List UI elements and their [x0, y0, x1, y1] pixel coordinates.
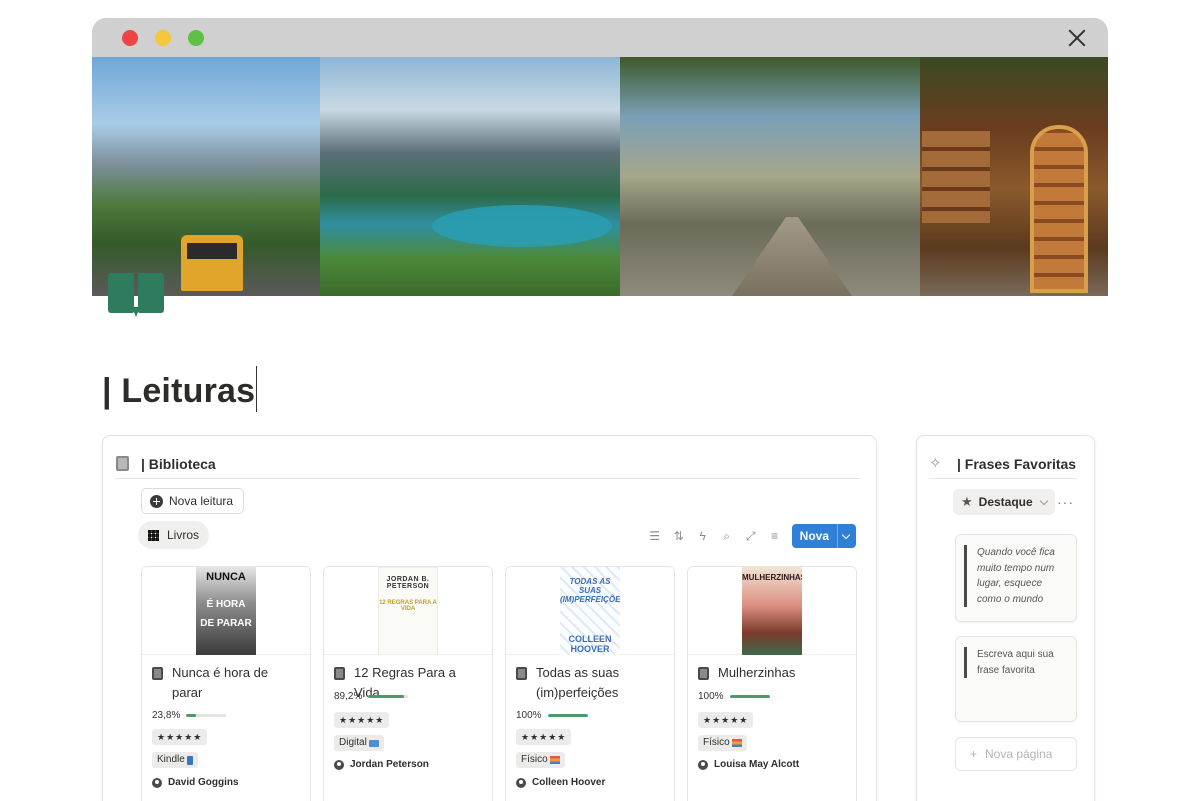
book-icon	[334, 667, 346, 680]
favorites-title[interactable]: | Frases Favoritas	[957, 456, 1076, 472]
window-minimize-dot[interactable]	[155, 30, 171, 46]
star-icon: ★	[961, 494, 973, 509]
kindle-device-icon	[186, 755, 193, 765]
reading-progress: 23,8%	[152, 710, 227, 721]
close-icon[interactable]	[1066, 27, 1088, 49]
cover-bus	[181, 235, 243, 291]
filter-icon[interactable]: ☰	[648, 529, 662, 543]
search-icon[interactable]: ⌕	[720, 529, 734, 543]
chevron-down-icon[interactable]	[838, 524, 856, 548]
window-titlebar	[92, 18, 1108, 57]
new-entry-button[interactable]: Nova	[791, 524, 856, 548]
book-cover-image: JORDAN B. PETERSON 12 REGRAS PARA A VIDA	[378, 567, 438, 655]
quote-card[interactable]: Quando você fica muito tempo num lugar, …	[955, 534, 1077, 622]
text-caret	[256, 366, 258, 412]
book-cover-image: MULHERZINHAS	[742, 567, 802, 655]
favorite-quotes-database: ✧ | Frases Favoritas ★ Destaque ··· Quan…	[916, 435, 1095, 801]
book-card[interactable]: TODAS AS SUAS (IM)PERFEIÇÕES COLLEEN HOO…	[505, 566, 675, 801]
book-cover: JORDAN B. PETERSON 12 REGRAS PARA A VIDA	[324, 567, 492, 655]
chevron-down-icon	[1039, 496, 1048, 505]
books-stack-icon	[549, 756, 560, 764]
reading-progress: 100%	[516, 710, 588, 721]
sort-icon[interactable]: ⇅	[672, 529, 686, 543]
book-title: Nunca é hora de parar	[152, 663, 302, 703]
rating-badge: ★★★★★	[152, 729, 208, 745]
author-row: David Goggins	[152, 777, 239, 788]
format-tag: Digital	[334, 735, 384, 751]
progress-fill	[368, 695, 405, 698]
book-cover: MULHERZINHAS	[688, 567, 856, 655]
rating-badge: ★★★★★	[516, 729, 572, 745]
window-zoom-dot[interactable]	[188, 30, 204, 46]
book-icon	[516, 667, 528, 680]
library-divider	[115, 478, 860, 479]
book-cover-image: TODAS AS SUAS (IM)PERFEIÇÕES COLLEEN HOO…	[560, 567, 620, 655]
cover-bookshelf	[922, 127, 990, 223]
person-icon	[152, 777, 162, 788]
library-title[interactable]: | Biblioteca	[141, 456, 216, 472]
author-row: Colleen Hoover	[516, 777, 605, 788]
book-card[interactable]: MULHERZINHAS Mulherzinhas 100% ★★★★★ Fís…	[687, 566, 857, 801]
quote-card[interactable]: Escreva aqui sua frase favorita	[955, 636, 1077, 722]
gallery-grid-icon	[148, 529, 159, 541]
book-card[interactable]: JORDAN B. PETERSON 12 REGRAS PARA A VIDA…	[323, 566, 493, 801]
quote-text: Escreva aqui sua frase favorita	[964, 647, 1068, 678]
book-title: Todas as suas (im)perfeições	[516, 663, 666, 703]
format-tag: Físico	[516, 752, 565, 768]
library-database: | Biblioteca Nova leitura Livros ☰ ⇅ ϟ ⌕…	[102, 435, 877, 801]
book-card[interactable]: NUNCA É HORA DE PARAR Nunca é hora de pa…	[141, 566, 311, 801]
format-tag: Físico	[698, 735, 747, 751]
more-options-icon[interactable]: ···	[1057, 494, 1074, 510]
progress-fill	[547, 714, 588, 717]
format-tag: Kindle	[152, 752, 198, 768]
person-icon	[516, 777, 526, 788]
page-cover-image	[92, 57, 1108, 296]
rating-badge: ★★★★★	[334, 712, 390, 728]
new-reading-button[interactable]: Nova leitura	[141, 488, 245, 514]
reading-progress: 100%	[698, 691, 770, 702]
cover-lake	[432, 205, 612, 247]
sparkles-icon: ✧	[929, 455, 942, 472]
books-stack-icon	[731, 739, 742, 747]
person-icon	[334, 759, 344, 770]
page-title[interactable]: | Leituras	[102, 366, 258, 412]
book-cover: NUNCA É HORA DE PARAR	[142, 567, 310, 655]
plus-circle-icon	[150, 494, 163, 508]
view-tab-books[interactable]: Livros	[138, 521, 210, 549]
book-title: Mulherzinhas	[698, 663, 848, 683]
cover-mountain-lake-scene	[320, 57, 620, 296]
book-cover-image: NUNCA É HORA DE PARAR	[196, 567, 256, 655]
laptop-icon	[368, 739, 379, 747]
reading-progress: 89,2%	[334, 691, 409, 702]
progress-fill	[729, 695, 770, 698]
open-book-icon[interactable]	[108, 273, 164, 319]
database-toolbar: ☰ ⇅ ϟ ⌕ ⤢ ≡ Nova	[648, 524, 856, 548]
library-icon	[115, 455, 131, 473]
highlight-view-selector[interactable]: ★ Destaque	[953, 489, 1055, 515]
automation-bolt-icon[interactable]: ϟ	[696, 529, 710, 543]
book-cover: TODAS AS SUAS (IM)PERFEIÇÕES COLLEEN HOO…	[506, 567, 674, 655]
rating-badge: ★★★★★	[698, 712, 754, 728]
favorites-divider	[929, 478, 1077, 479]
book-icon	[698, 667, 710, 680]
plus-icon: +	[970, 747, 978, 761]
author-row: Louisa May Alcott	[698, 759, 799, 770]
settings-sliders-icon[interactable]: ≡	[768, 529, 782, 543]
new-page-button[interactable]: + Nova página	[955, 737, 1077, 771]
person-icon	[698, 759, 708, 770]
favorites-header: ✧ | Frases Favoritas	[929, 452, 1076, 476]
progress-fill	[186, 714, 196, 717]
expand-icon[interactable]: ⤢	[744, 529, 758, 543]
cover-door	[1030, 125, 1088, 293]
book-icon	[152, 667, 164, 680]
author-row: Jordan Peterson	[334, 759, 429, 770]
app-window: | Leituras | Biblioteca Nova leitura Liv…	[92, 18, 1108, 801]
quote-text: Quando você fica muito tempo num lugar, …	[964, 545, 1068, 607]
library-header: | Biblioteca	[115, 452, 216, 476]
window-close-dot[interactable]	[122, 30, 138, 46]
